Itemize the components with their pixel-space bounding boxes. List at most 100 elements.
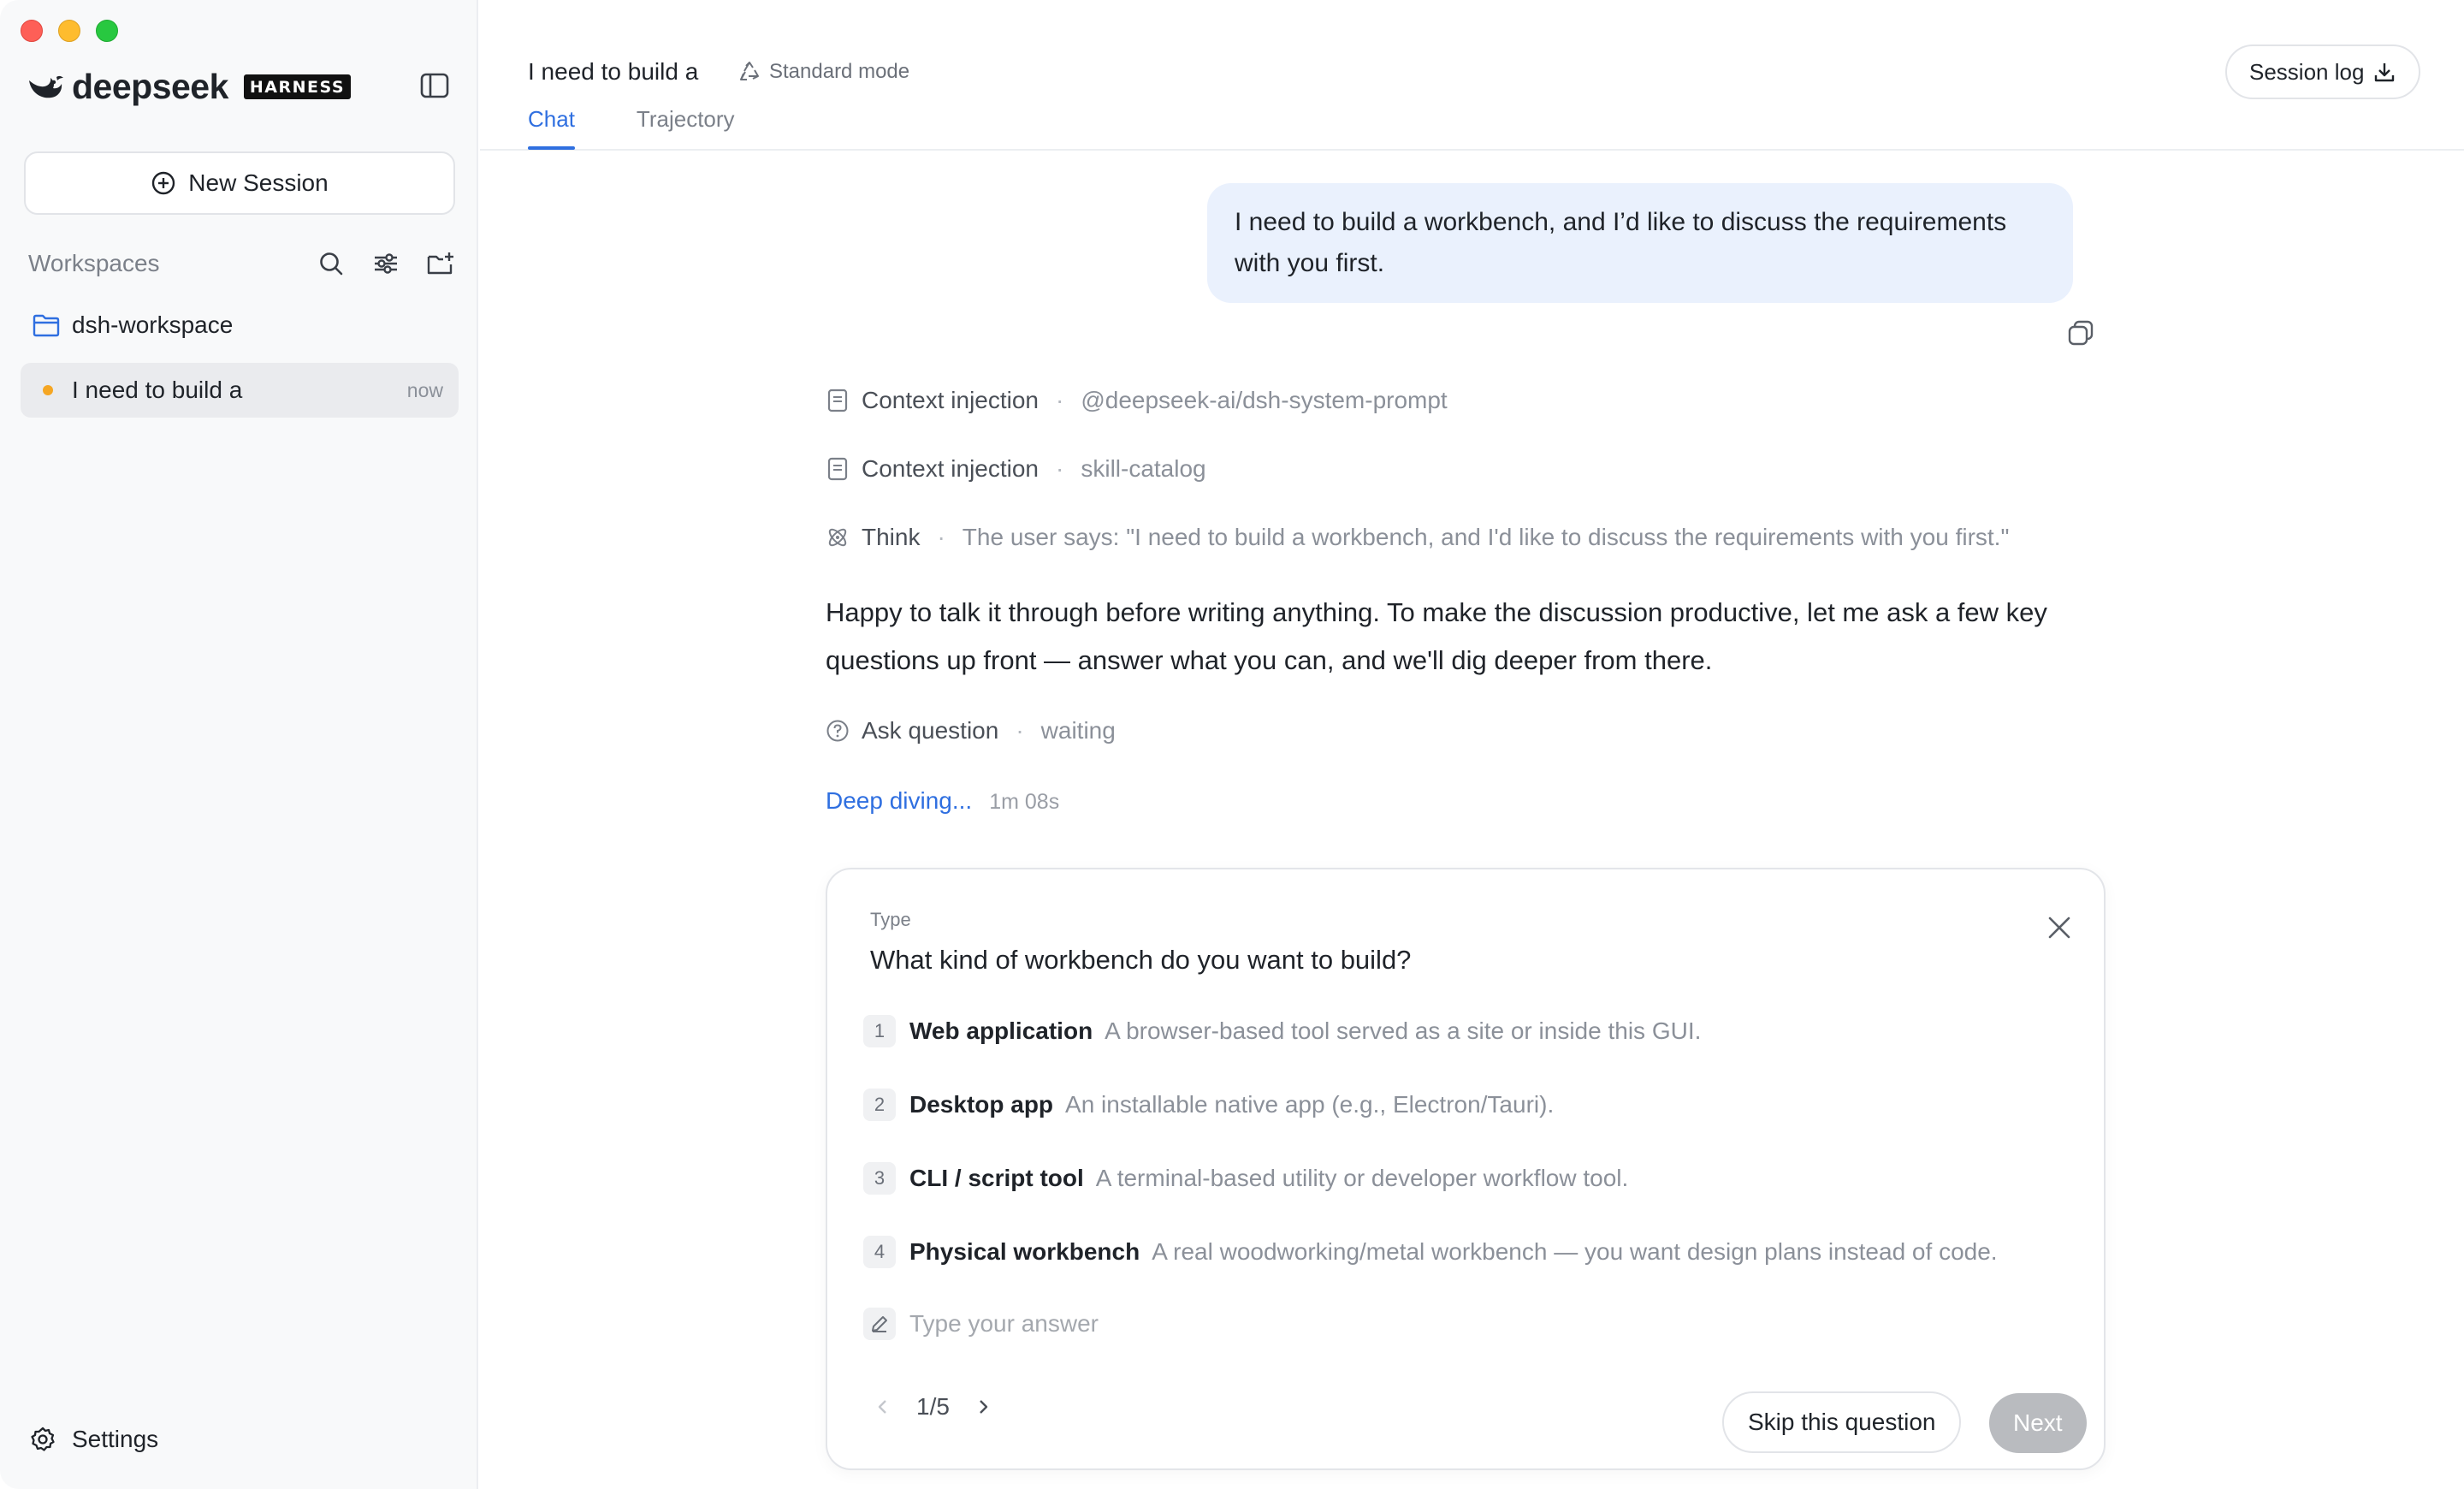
copy-message-button[interactable]	[2064, 317, 2097, 349]
previous-question-button[interactable]	[870, 1394, 896, 1420]
progress-status: Deep diving... 1m 08s	[826, 787, 1059, 815]
step-think[interactable]: Think · The user says: "I need to build …	[826, 524, 2009, 551]
chevron-right-icon	[980, 1400, 988, 1414]
step-context-injection-2[interactable]: Context injection · skill-catalog	[826, 455, 1206, 483]
option-description: A terminal-based utility or developer wo…	[1095, 1165, 1629, 1191]
step-ask-question[interactable]: Ask question · waiting	[826, 717, 1116, 744]
topbar: I need to build a Standard mode Session …	[480, 0, 2464, 151]
option-title: CLI / script tool	[909, 1165, 1084, 1191]
add-workspace-button[interactable]	[425, 248, 456, 279]
step-separator: ·	[1016, 717, 1024, 744]
assistant-message: Happy to talk it through before writing …	[826, 597, 2047, 675]
option-1[interactable]: 1 Web application A browser-based tool s…	[863, 1015, 1701, 1047]
minimize-window-button[interactable]	[58, 20, 80, 42]
session-log-button[interactable]: Session log	[2225, 44, 2421, 99]
step-detail: waiting	[1040, 717, 1116, 744]
window-controls	[21, 20, 118, 42]
option-title: Web application	[909, 1017, 1093, 1044]
step-label: Ask question	[862, 717, 999, 744]
chevron-left-icon	[878, 1400, 886, 1414]
tab-chat[interactable]: Chat	[528, 106, 575, 150]
workspaces-tools	[316, 248, 456, 279]
option-description: An installable native app (e.g., Electro…	[1065, 1091, 1555, 1118]
session-title: I need to build a	[528, 58, 699, 85]
document-icon	[826, 389, 850, 412]
workspaces-title: Workspaces	[28, 250, 160, 276]
step-label: Context injection	[862, 455, 1040, 482]
folder-icon	[33, 314, 60, 337]
option-number: 3	[863, 1162, 896, 1195]
search-icon	[320, 252, 343, 276]
folder-plus-icon	[427, 252, 453, 275]
user-message-bubble: I need to build a workbench, and I’d lik…	[1207, 183, 2073, 303]
step-context-injection-1[interactable]: Context injection · @deepseek-ai/dsh-sys…	[826, 387, 1448, 414]
sliders-icon	[375, 253, 397, 274]
document-icon	[826, 457, 850, 481]
step-detail: @deepseek-ai/dsh-system-prompt	[1081, 387, 1448, 413]
session-log-label: Session log	[2249, 58, 2365, 85]
step-label: Context injection	[862, 387, 1040, 413]
sidebar: deepseek HARNESS New Session Workspaces	[0, 0, 478, 1489]
session-item[interactable]: I need to build a now	[21, 363, 459, 418]
close-question-button[interactable]	[2042, 911, 2076, 945]
question-card: Type What kind of workbench do you want …	[826, 868, 2106, 1470]
option-description: A browser-based tool served as a site or…	[1105, 1017, 1702, 1044]
option-4[interactable]: 4 Physical workbench A real woodworking/…	[863, 1236, 1998, 1268]
step-detail: skill-catalog	[1081, 455, 1206, 482]
option-title: Physical workbench	[909, 1238, 1140, 1265]
answer-input[interactable]	[909, 1310, 1679, 1338]
workspaces-header: Workspaces	[28, 248, 456, 279]
step-detail: The user says: "I need to build a workbe…	[962, 524, 2010, 550]
status-timer: 1m 08s	[989, 790, 1060, 814]
question-icon	[826, 719, 850, 743]
brand-name: deepseek	[72, 67, 228, 106]
mode-label: Standard mode	[769, 60, 910, 83]
question-text: What kind of workbench do you want to bu…	[870, 945, 1412, 975]
tab-trajectory[interactable]: Trajectory	[637, 106, 735, 150]
question-pager: 1/5	[870, 1393, 996, 1421]
option-2[interactable]: 2 Desktop app An installable native app …	[863, 1089, 1554, 1121]
pencil-icon	[863, 1308, 896, 1340]
session-item-time: now	[406, 378, 443, 401]
plus-circle-icon	[152, 171, 175, 195]
option-3[interactable]: 3 CLI / script tool A terminal-based uti…	[863, 1162, 1628, 1195]
settings-label: Settings	[72, 1426, 159, 1452]
settings-button[interactable]: Settings	[29, 1426, 158, 1453]
filter-workspaces-button[interactable]	[370, 248, 401, 279]
skip-question-button[interactable]: Skip this question	[1722, 1391, 1962, 1453]
answer-input-row	[863, 1308, 1679, 1340]
atom-icon	[826, 525, 850, 549]
copy-icon	[2068, 320, 2094, 346]
workspace-folder[interactable]: dsh-workspace	[33, 311, 233, 339]
search-workspaces-button[interactable]	[316, 248, 346, 279]
new-session-label: New Session	[188, 169, 329, 196]
brand-tag: HARNESS	[243, 74, 352, 99]
option-number: 1	[863, 1015, 896, 1047]
close-icon	[2048, 917, 2070, 939]
step-label: Think	[862, 524, 921, 550]
next-question-arrow[interactable]	[970, 1394, 996, 1420]
step-separator: ·	[937, 524, 945, 550]
recycle-icon	[740, 62, 759, 80]
session-item-label: I need to build a	[72, 377, 243, 403]
option-number: 4	[863, 1236, 896, 1268]
next-button[interactable]: Next	[1989, 1393, 2087, 1453]
brand: deepseek HARNESS	[26, 67, 352, 107]
app-window: deepseek HARNESS New Session Workspaces	[0, 0, 2464, 1489]
download-icon	[2375, 63, 2395, 82]
option-title: Desktop app	[909, 1091, 1054, 1118]
new-session-button[interactable]: New Session	[24, 151, 455, 215]
main-panel: I need to build a Standard mode Session …	[480, 0, 2464, 1489]
status-label: Deep diving...	[826, 787, 973, 814]
whale-logo-icon	[29, 75, 63, 98]
toggle-sidebar-button[interactable]	[419, 70, 450, 101]
close-window-button[interactable]	[21, 20, 43, 42]
pager-count: 1/5	[916, 1393, 950, 1420]
session-status-dot	[43, 385, 53, 395]
maximize-window-button[interactable]	[96, 20, 118, 42]
step-separator: ·	[1056, 455, 1064, 482]
option-number: 2	[863, 1089, 896, 1121]
mode-indicator[interactable]: Standard mode	[738, 60, 909, 84]
step-separator: ·	[1056, 387, 1064, 413]
workspace-folder-label: dsh-workspace	[72, 311, 234, 338]
